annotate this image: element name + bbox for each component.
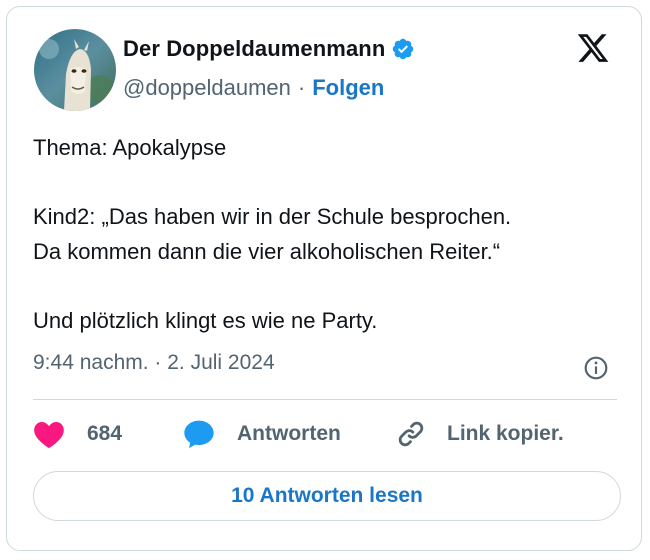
timestamp-text[interactable]: 9:44 nachm. · 2. Juli 2024	[33, 351, 275, 375]
info-icon[interactable]	[583, 355, 609, 381]
reply-button[interactable]: Antworten	[183, 419, 341, 449]
avatar-image	[34, 29, 116, 111]
tweet-line: ​	[33, 269, 623, 304]
avatar[interactable]	[34, 29, 116, 111]
author-handle[interactable]: @doppeldaumen	[123, 75, 291, 101]
separator: ·	[297, 75, 306, 100]
tweet-text: Thema: Apokalypse ​ Kind2: „Das haben wi…	[33, 131, 623, 338]
tweet-line: Kind2: „Das haben wir in der Schule besp…	[33, 204, 512, 229]
copy-link-label: Link kopier.	[447, 422, 564, 445]
tweet-line: Und plötzlich klingt es wie ne Party.	[33, 307, 378, 333]
timestamp[interactable]: 9:44 nachm. · 2. Juli 2024	[33, 351, 275, 375]
x-logo-icon[interactable]	[575, 31, 611, 65]
link-icon	[398, 421, 424, 447]
copy-link-button[interactable]: Link kopier.	[395, 419, 564, 449]
tweet-card: Der Doppeldaumenmann @doppeldaumen · Fol…	[6, 6, 642, 551]
author-name-row: Der Doppeldaumenmann	[123, 36, 415, 62]
tweet-line: Da kommen dann die vier alkoholischen Re…	[33, 238, 501, 264]
author-name[interactable]: Der Doppeldaumenmann	[123, 36, 385, 62]
divider	[33, 399, 617, 400]
author-handle-row: @doppeldaumen · Folgen	[123, 75, 384, 101]
like-count: 684	[87, 422, 123, 445]
follow-button[interactable]: Folgen	[312, 75, 384, 101]
verified-badge-icon	[393, 38, 414, 60]
tweet-line: ​	[33, 166, 623, 201]
reply-label: Antworten	[237, 422, 341, 445]
action-bar: 684 Antworten Link kopier.	[33, 419, 623, 451]
speech-bubble-icon	[184, 420, 214, 449]
like-button[interactable]: 684	[33, 419, 122, 449]
tweet-line: Thema: Apokalypse	[33, 135, 227, 160]
read-replies-button[interactable]: 10 Antworten lesen	[33, 471, 621, 521]
heart-icon	[34, 422, 64, 449]
